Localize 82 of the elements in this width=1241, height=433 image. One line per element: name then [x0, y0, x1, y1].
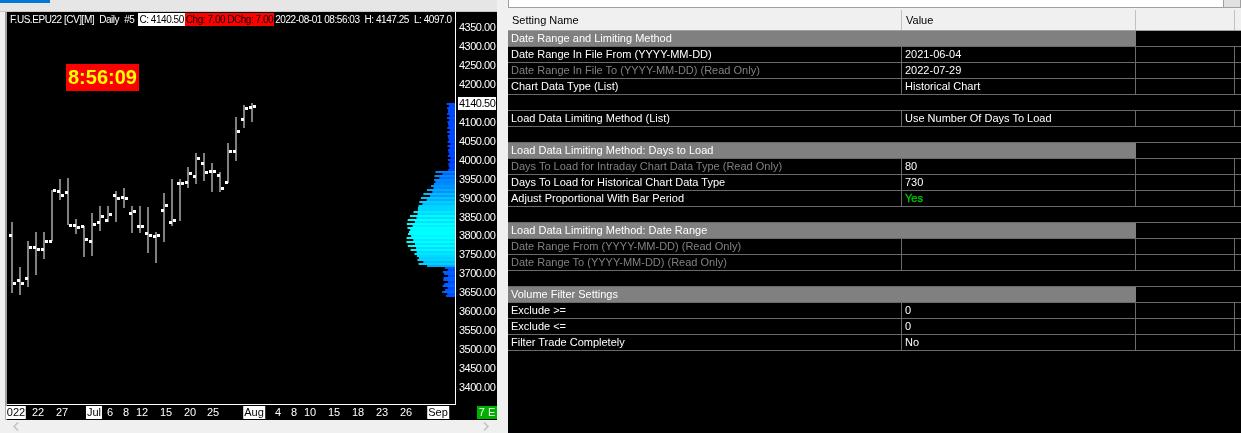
quote-field: Chg: 7.00 — [184, 13, 227, 26]
price-label: 3400.00 — [458, 381, 497, 395]
clock-display: 8:56:09 — [66, 64, 139, 91]
setting-name-cell[interactable]: Date Range From (YYYY-MM-DD) (Read Only) — [508, 239, 902, 254]
setting-name-cell[interactable]: Chart Data Type (List) — [508, 79, 902, 94]
date-label: 15 — [326, 406, 342, 419]
setting-value[interactable]: 730 — [905, 176, 924, 188]
scroll-left-icon[interactable] — [13, 422, 19, 431]
setting-value[interactable]: 0 — [905, 320, 912, 332]
setting-value[interactable]: Historical Chart — [905, 80, 981, 92]
setting-value[interactable]: 2021-06-04 — [905, 48, 962, 60]
price-label: 3500.00 — [458, 343, 497, 357]
quote-field: Daily — [98, 13, 121, 26]
date-label: 6 — [105, 406, 115, 419]
date-label: 4 — [273, 406, 283, 419]
setting-name-cell[interactable]: Load Data Limiting Method (List) — [508, 111, 902, 126]
setting-value[interactable]: Yes — [905, 192, 923, 204]
price-label: 3900.00 — [458, 191, 497, 205]
setting-name-cell[interactable]: Days To Load for Historical Chart Data Type — [508, 175, 902, 190]
quote-field: L: 4097.0 — [413, 13, 453, 26]
setting-name-cell[interactable]: Date Range In File To (YYYY-MM-DD) (Read Only) — [508, 63, 902, 78]
setting-value[interactable]: 0 — [905, 304, 912, 316]
dropdown-button[interactable] — [1223, 0, 1241, 8]
date-label: 12 — [134, 406, 150, 419]
date-label: 26 — [398, 406, 414, 419]
price-label: 3700.00 — [458, 267, 497, 281]
quote-field: F.US.EPU22 [CV][M] — [9, 13, 96, 26]
price-label: 4350.00 — [458, 21, 497, 34]
setting-value[interactable]: Use Number Of Days To Load — [905, 112, 1052, 124]
price-label: 4250.00 — [458, 58, 497, 72]
price-label: 4140.50 — [458, 96, 497, 110]
price-label: 3600.00 — [458, 305, 497, 319]
setting-value[interactable]: 80 — [905, 160, 918, 172]
price-label: 3850.00 — [458, 210, 497, 224]
setting-name-cell[interactable]: Filter Trade Completely — [508, 335, 902, 350]
section-header[interactable]: Load Data Limiting Method: Date Range — [508, 223, 1136, 238]
setting-name-cell[interactable]: Date Range To (YYYY-MM-DD) (Read Only) — [508, 255, 902, 270]
date-label: 23 — [374, 406, 390, 419]
setting-name-cell[interactable]: Date Range In File From (YYYY-MM-DD) — [508, 47, 902, 62]
price-label: 4100.00 — [458, 115, 497, 129]
quote-field: DChg: 7.00 — [226, 13, 275, 26]
quote-field: C: 4140.50 — [138, 13, 185, 26]
price-label: 3800.00 — [458, 229, 497, 243]
quote-field: H: 4147.25 — [363, 13, 410, 26]
column-header[interactable]: Value — [902, 10, 1136, 30]
setting-name-cell[interactable]: Adjust Proportional With Bar Period — [508, 191, 902, 206]
section-header[interactable]: Load Data Limiting Method: Days to Load — [508, 143, 1136, 158]
active-tab-indicator[interactable] — [0, 0, 50, 3]
price-label: 3750.00 — [458, 248, 497, 262]
date-label: 18 — [350, 406, 366, 419]
date-label: 25 — [205, 406, 221, 419]
date-label: 22 — [30, 406, 46, 419]
scroll-right-icon[interactable] — [483, 422, 489, 431]
date-label: 15 — [158, 406, 174, 419]
status-badge: 7 E — [477, 406, 497, 419]
quote-field: 2022-08-01 08:56:03 — [274, 13, 361, 26]
date-label: Aug — [243, 406, 265, 419]
column-header[interactable]: Setting Name — [508, 10, 902, 30]
setting-value[interactable]: 2022-07-29 — [905, 64, 962, 76]
price-label: 3550.00 — [458, 324, 497, 338]
price-label: 3650.00 — [458, 286, 497, 300]
date-label: 8 — [121, 406, 131, 419]
date-label: Jul — [85, 406, 103, 419]
setting-name-cell[interactable]: Exclude >= — [508, 303, 902, 318]
price-label: 3950.00 — [458, 172, 497, 186]
date-label: Sep — [427, 406, 449, 419]
quote-field: #5 — [123, 13, 136, 26]
date-label: 20 — [182, 406, 198, 419]
setting-name-cell[interactable]: Exclude <= — [508, 319, 902, 334]
price-label: 4000.00 — [458, 153, 497, 167]
section-header[interactable]: Volume Filter Settings — [508, 287, 1136, 302]
setting-value[interactable]: No — [905, 336, 920, 348]
section-header[interactable]: Date Range and Limiting Method — [508, 31, 1136, 46]
date-label: 022 — [5, 406, 27, 419]
price-label: 4300.00 — [458, 39, 497, 53]
setting-name-cell[interactable]: Days To Load for Intraday Chart Data Type (Read Only) — [508, 159, 902, 174]
date-label: 10 — [302, 406, 318, 419]
date-label: 8 — [289, 406, 299, 419]
price-label: 4200.00 — [458, 77, 497, 91]
price-label: 4050.00 — [458, 134, 497, 148]
date-label: 27 — [54, 406, 70, 419]
price-label: 3450.00 — [458, 362, 497, 376]
